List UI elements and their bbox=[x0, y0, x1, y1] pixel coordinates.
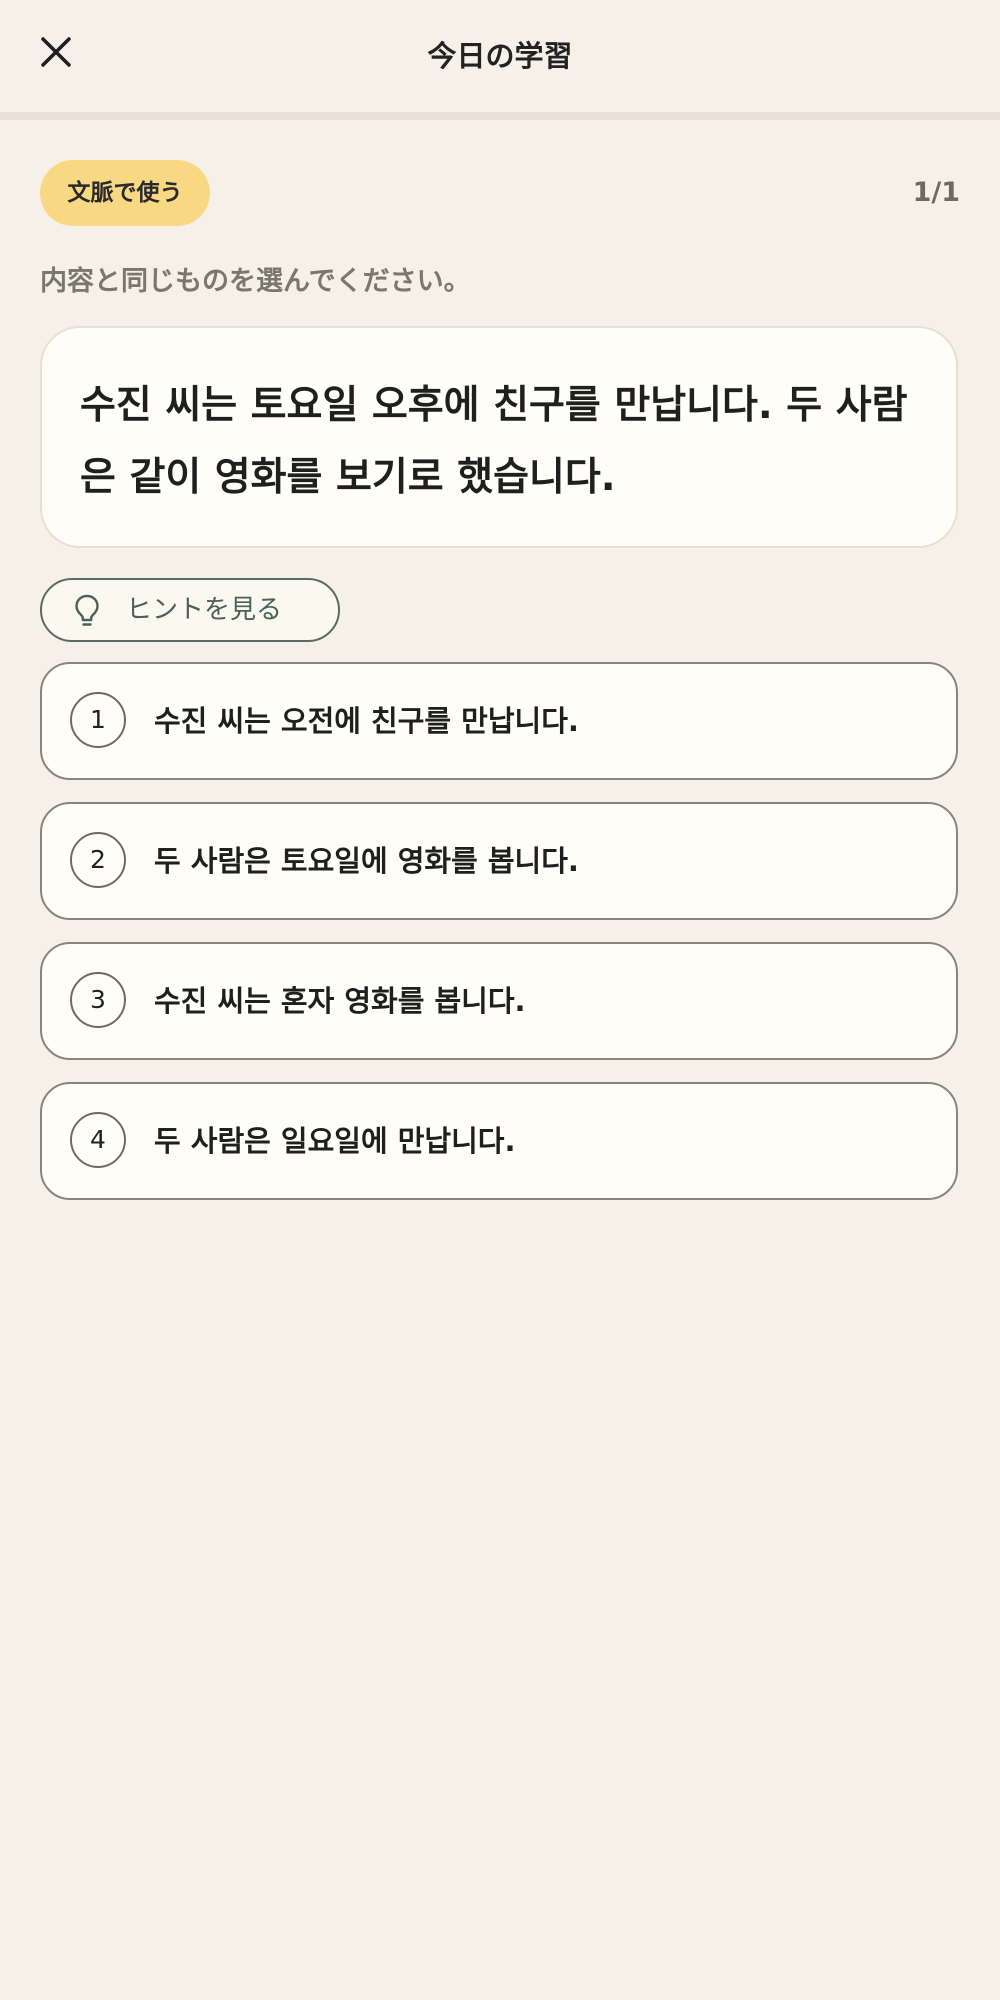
option-text: 두 사람은 일요일에 만납니다. bbox=[154, 1124, 516, 1158]
page-title: 今日の学習 bbox=[427, 39, 573, 73]
close-icon bbox=[41, 37, 71, 67]
option-text: 수진 씨는 오전에 친구를 만납니다. bbox=[154, 704, 579, 738]
category-tag: 文脈で使う bbox=[40, 160, 210, 226]
answer-option-3[interactable]: 3 수진 씨는 혼자 영화를 봅니다. bbox=[40, 942, 958, 1060]
option-number: 3 bbox=[70, 972, 126, 1028]
answer-option-4[interactable]: 4 두 사람은 일요일에 만납니다. bbox=[40, 1082, 958, 1200]
close-button[interactable] bbox=[34, 30, 78, 74]
progress-bar bbox=[0, 112, 1000, 120]
answer-option-2[interactable]: 2 두 사람은 토요일에 영화를 봅니다. bbox=[40, 802, 958, 920]
option-text: 수진 씨는 혼자 영화를 봅니다. bbox=[154, 984, 526, 1018]
option-text: 두 사람은 토요일에 영화를 봅니다. bbox=[154, 844, 579, 878]
hint-button[interactable]: ヒントを見る bbox=[40, 578, 340, 642]
hint-label: ヒントを見る bbox=[126, 595, 283, 625]
passage-card: 수진 씨는 토요일 오후에 친구를 만납니다. 두 사람은 같이 영화를 보기로… bbox=[40, 326, 958, 548]
progress-fill bbox=[0, 112, 1000, 120]
passage-text: 수진 씨는 토요일 오후에 친구를 만납니다. 두 사람은 같이 영화를 보기로… bbox=[80, 383, 908, 500]
top-bar: 今日の学習 bbox=[0, 0, 1000, 112]
question-counter: 1/1 bbox=[912, 177, 960, 208]
question-instruction: 内容と同じものを選んでください。 bbox=[40, 266, 471, 297]
lightbulb-icon bbox=[75, 594, 99, 626]
answer-option-1[interactable]: 1 수진 씨는 오전에 친구를 만납니다. bbox=[40, 662, 958, 780]
option-number: 2 bbox=[70, 832, 126, 888]
option-number: 4 bbox=[70, 1112, 126, 1168]
option-number: 1 bbox=[70, 692, 126, 748]
